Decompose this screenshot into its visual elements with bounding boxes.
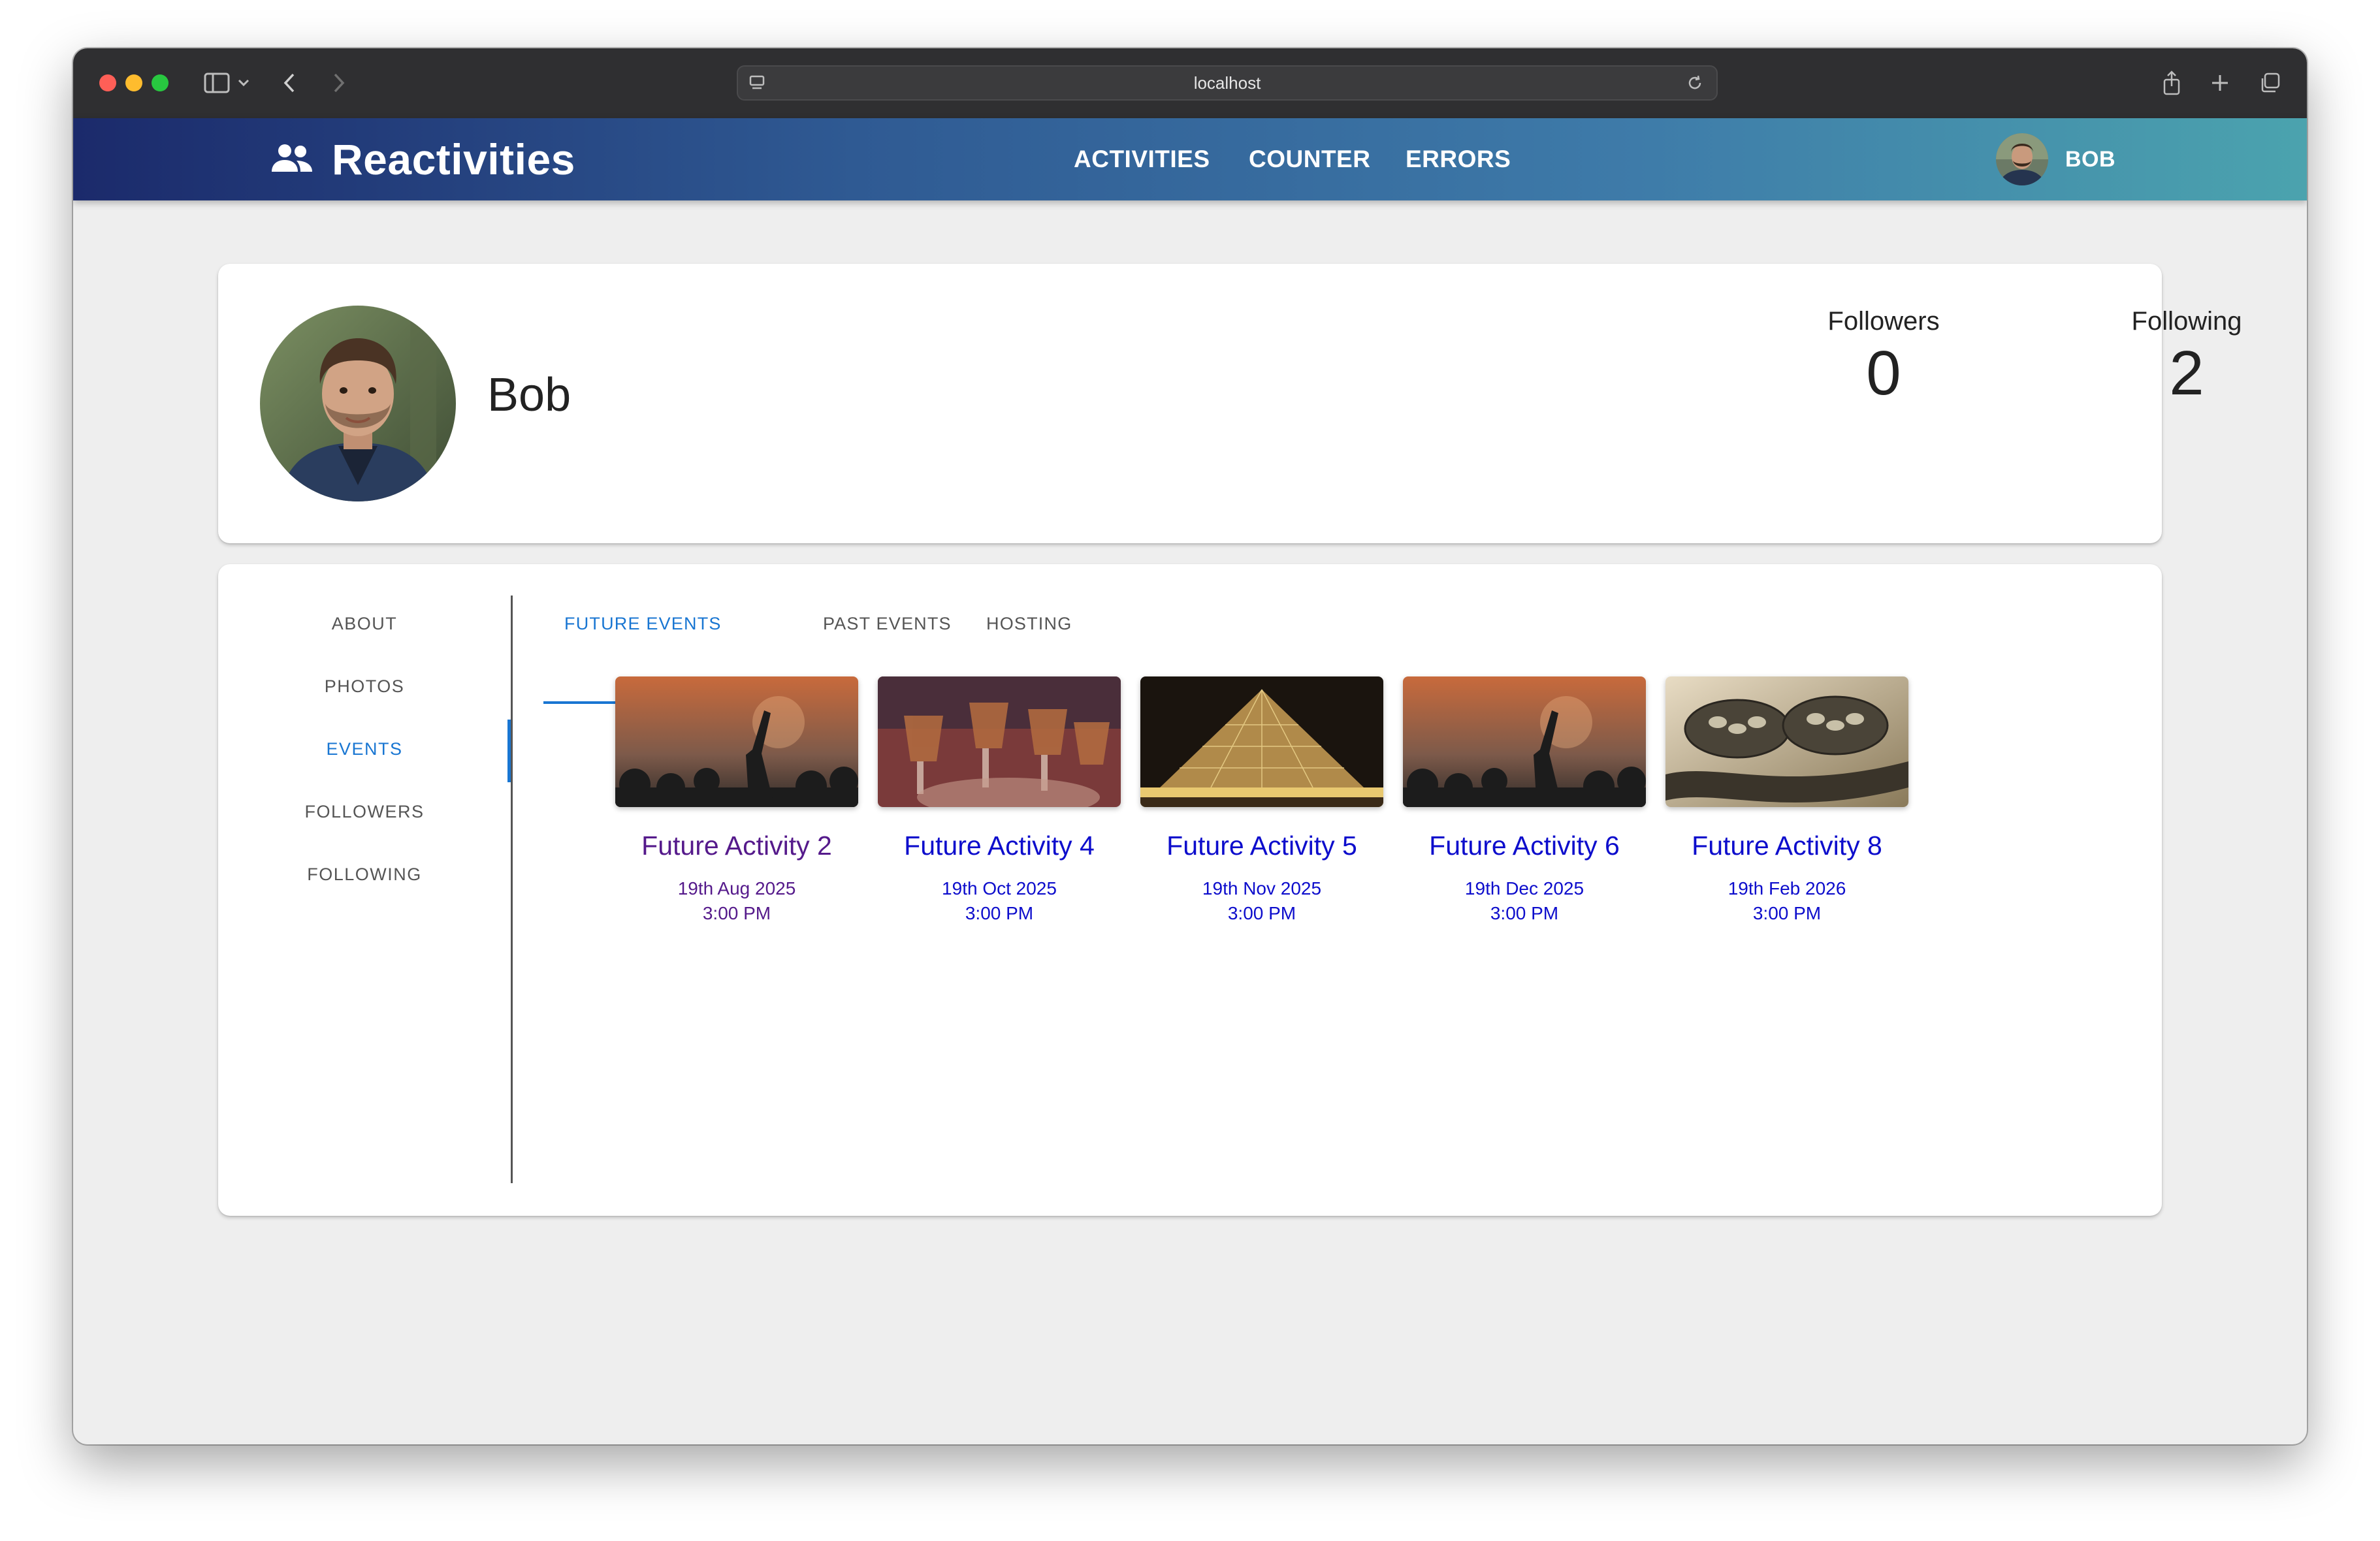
event-image-concert-crowd (615, 676, 858, 807)
following-label: Following (2131, 307, 2242, 336)
event-date: 19th Dec 2025 (1464, 878, 1584, 898)
event-card[interactable]: Future Activity 6 19th Dec 2025 3:00 PM (1403, 676, 1646, 924)
tab-future-events[interactable]: FUTURE EVENTS (564, 614, 722, 634)
profile-name: Bob (487, 369, 571, 421)
event-card[interactable]: Future Activity 2 19th Aug 2025 3:00 PM (615, 676, 858, 924)
followers-label: Followers (1827, 307, 1940, 336)
brand-title: Reactivities (332, 135, 575, 183)
user-name: BOB (2065, 146, 2116, 172)
event-title[interactable]: Future Activity 2 (615, 831, 858, 861)
event-card[interactable]: Future Activity 4 19th Oct 2025 3:00 PM (878, 676, 1121, 924)
event-title[interactable]: Future Activity 5 (1140, 831, 1383, 861)
browser-toolbar: localhost (73, 48, 2307, 119)
sidebar-item-following[interactable]: FOLLOWING (218, 865, 511, 885)
browser-window: localhost Reactivities ACTIVITIES COUNTE… (73, 48, 2307, 1444)
profile-content: ABOUT PHOTOS EVENTS FOLLOWERS FOLLOWING … (218, 564, 2162, 1216)
tab-hosting[interactable]: HOSTING (986, 614, 1072, 634)
sidebar-active-indicator (507, 720, 511, 782)
app-navbar: Reactivities ACTIVITIES COUNTER ERRORS B… (73, 118, 2307, 200)
back-icon[interactable] (274, 68, 304, 98)
followers-stat: Followers 0 (1766, 307, 2001, 409)
url-text: localhost (1193, 73, 1261, 93)
event-date: 19th Oct 2025 (942, 878, 1057, 898)
event-card[interactable]: Future Activity 8 19th Feb 2026 3:00 PM (1665, 676, 1908, 924)
event-card[interactable]: Future Activity 5 19th Nov 2025 3:00 PM (1140, 676, 1383, 924)
sidebar-item-photos[interactable]: PHOTOS (218, 676, 511, 697)
share-icon[interactable] (2157, 68, 2187, 98)
nav-activities[interactable]: ACTIVITIES (1074, 118, 1210, 200)
event-time: 3:00 PM (702, 903, 771, 923)
tab-overview-icon[interactable] (2255, 68, 2285, 98)
sidebar-item-followers[interactable]: FOLLOWERS (218, 802, 511, 822)
event-date: 19th Nov 2025 (1202, 878, 1322, 898)
tab-past-events[interactable]: PAST EVENTS (823, 614, 952, 634)
minimize-window-button[interactable] (125, 74, 142, 91)
brand-link[interactable]: Reactivities (269, 118, 575, 200)
following-count: 2 (2169, 338, 2204, 408)
event-image-film-reels (1665, 676, 1908, 807)
chevron-down-icon[interactable] (234, 68, 253, 98)
forward-icon[interactable] (324, 68, 354, 98)
event-title[interactable]: Future Activity 6 (1403, 831, 1646, 861)
sidebar-toggle-icon[interactable] (197, 68, 236, 98)
event-image-drinks-toast (878, 676, 1121, 807)
event-title[interactable]: Future Activity 8 (1665, 831, 1908, 861)
address-bar[interactable]: localhost (737, 65, 1718, 101)
following-stat: Following 2 (2069, 307, 2304, 409)
nav-counter[interactable]: COUNTER (1249, 118, 1370, 200)
group-icon (269, 142, 315, 178)
event-date: 19th Aug 2025 (677, 878, 796, 898)
event-time: 3:00 PM (1752, 903, 1822, 923)
maximize-window-button[interactable] (152, 74, 169, 91)
event-title[interactable]: Future Activity 4 (878, 831, 1121, 861)
profile-avatar (260, 306, 456, 501)
event-image-louvre-pyramid (1140, 676, 1383, 807)
avatar (1996, 133, 2048, 185)
sidebar-item-events[interactable]: EVENTS (218, 739, 511, 759)
close-window-button[interactable] (99, 74, 116, 91)
event-image-concert-crowd (1403, 676, 1646, 807)
event-time: 3:00 PM (965, 903, 1034, 923)
new-tab-icon[interactable] (2205, 68, 2235, 98)
sidebar-item-about[interactable]: ABOUT (218, 614, 511, 634)
event-time: 3:00 PM (1227, 903, 1296, 923)
user-menu[interactable]: BOB (1996, 133, 2115, 186)
followers-count: 0 (1866, 338, 1901, 408)
reload-icon[interactable] (1680, 68, 1710, 98)
nav-errors[interactable]: ERRORS (1406, 118, 1511, 200)
profile-header: Bob Followers 0 Following 2 (218, 264, 2242, 543)
event-date: 19th Feb 2026 (1728, 878, 1846, 898)
event-time: 3:00 PM (1490, 903, 1559, 923)
sidebar-divider (511, 596, 513, 1183)
